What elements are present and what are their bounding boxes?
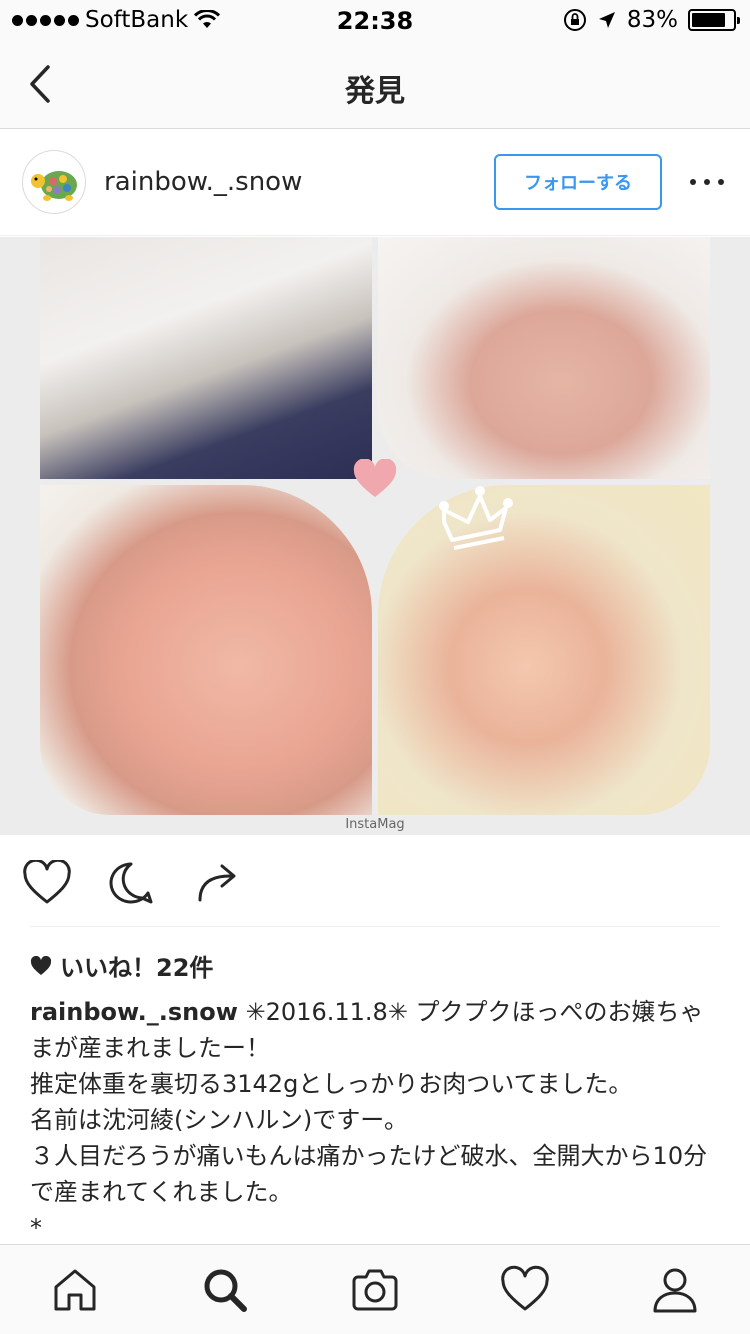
comment-button[interactable] bbox=[106, 860, 156, 906]
turtle-avatar-icon bbox=[31, 171, 77, 201]
tab-search[interactable] bbox=[200, 1265, 250, 1315]
avatar[interactable] bbox=[22, 150, 86, 214]
status-right: 83% bbox=[563, 7, 740, 33]
caption-text: ✳2016.11.8✳ プクプクほっぺのお嬢ちゃまが産まれましたー！ 推定体重を… bbox=[30, 998, 708, 1242]
tab-camera[interactable] bbox=[350, 1265, 400, 1315]
more-horizontal-icon bbox=[690, 179, 696, 185]
post-username[interactable]: rainbow._.snow bbox=[104, 167, 302, 197]
battery-percent: 83% bbox=[626, 7, 678, 33]
likes-label: いいね！22件 bbox=[60, 954, 214, 982]
actions-divider bbox=[30, 926, 720, 927]
location-arrow-icon bbox=[598, 12, 615, 28]
tab-home[interactable] bbox=[50, 1265, 100, 1315]
heart-icon bbox=[23, 858, 71, 904]
crown-decoration-icon bbox=[439, 486, 513, 550]
photo-tile-sleeping-baby bbox=[378, 237, 710, 479]
caption-username[interactable]: rainbow._.snow bbox=[30, 998, 238, 1026]
post-actions bbox=[0, 836, 750, 926]
likes-count[interactable]: いいね！22件 bbox=[30, 948, 213, 983]
photo-watermark: InstaMag bbox=[345, 817, 405, 832]
post-caption: rainbow._.snow ✳2016.11.8✳ プクプクほっぺのお嬢ちゃま… bbox=[30, 994, 720, 1246]
follow-button[interactable]: フォローする bbox=[494, 154, 662, 210]
likes-heart-icon bbox=[30, 955, 52, 975]
orientation-lock-icon bbox=[563, 9, 586, 31]
share-button[interactable] bbox=[192, 860, 242, 906]
comment-icon bbox=[109, 862, 153, 904]
status-bar: SoftBank 22:38 83% bbox=[0, 0, 750, 40]
battery-icon bbox=[688, 9, 740, 31]
like-button[interactable] bbox=[22, 858, 72, 906]
nav-bar: 発見 bbox=[0, 40, 750, 129]
share-icon bbox=[198, 864, 236, 902]
battery-fill bbox=[692, 13, 725, 27]
tab-profile[interactable] bbox=[650, 1265, 700, 1315]
home-icon bbox=[54, 1269, 96, 1311]
post-photo[interactable]: InstaMag bbox=[0, 237, 750, 835]
activity-heart-icon bbox=[501, 1265, 549, 1311]
post-header: rainbow._.snow フォローする bbox=[0, 130, 750, 236]
photo-tile-baby-closeup bbox=[40, 485, 372, 815]
photo-tile-family bbox=[40, 237, 372, 479]
tab-activity[interactable] bbox=[500, 1265, 550, 1315]
page-title: 発見 bbox=[345, 74, 405, 109]
camera-icon bbox=[352, 1269, 398, 1311]
heart-decoration-icon bbox=[353, 459, 397, 497]
tab-bar bbox=[0, 1244, 750, 1334]
more-options-button[interactable] bbox=[690, 170, 724, 194]
photo-tile-baby-crown bbox=[378, 485, 710, 815]
profile-icon bbox=[653, 1268, 697, 1313]
search-icon bbox=[204, 1269, 247, 1312]
